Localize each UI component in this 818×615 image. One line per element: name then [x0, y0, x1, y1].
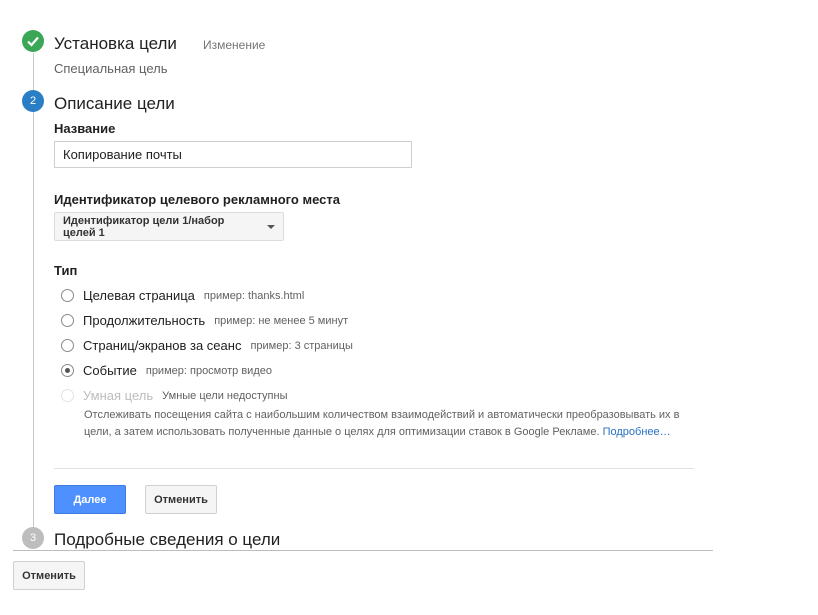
step2-title: Описание цели	[54, 94, 175, 113]
type-option-label: Событие	[83, 363, 137, 378]
radio-button[interactable]	[61, 339, 74, 352]
step1-edit-link[interactable]: Изменение	[203, 38, 265, 52]
type-option-label: Умная цель	[83, 388, 154, 403]
goal-name-input[interactable]	[54, 141, 412, 168]
step3-title: Подробные сведения о цели	[54, 530, 281, 549]
caret-down-icon	[267, 224, 275, 229]
smart-goal-description-text: Отслеживать посещения сайта с наибольшим…	[84, 409, 680, 438]
step2-number-badge: 2	[22, 90, 44, 112]
step-complete-check-icon	[22, 30, 44, 52]
type-option-example: пример: просмотр видео	[145, 364, 272, 377]
type-option-label: Страниц/экранов за сеанс	[83, 338, 242, 353]
type-option-duration[interactable]: Продолжительность пример: не менее 5 мин…	[61, 313, 348, 328]
goal-slot-value: Идентификатор цели 1/набор целей 1	[63, 214, 225, 239]
learn-more-link[interactable]: Подробнее…	[603, 426, 671, 438]
cancel-button[interactable]: Отменить	[145, 485, 217, 514]
smart-goal-description: Отслеживать посещения сайта с наибольшим…	[84, 407, 694, 441]
type-label: Тип	[54, 263, 78, 278]
name-label: Название	[54, 121, 116, 136]
slot-label: Идентификатор целевого рекламного места	[54, 192, 340, 207]
type-option-example: Умные цели недоступны	[162, 389, 288, 402]
type-option-event[interactable]: Событие пример: просмотр видео	[61, 363, 272, 378]
divider	[13, 550, 713, 551]
goal-slot-dropdown[interactable]: Идентификатор цели 1/набор целей 1	[54, 212, 284, 241]
type-option-example: пример: thanks.html	[203, 289, 305, 302]
type-option-smart-goal: Умная цель Умные цели недоступны	[61, 388, 288, 403]
radio-button[interactable]	[61, 314, 74, 327]
bottom-cancel-button[interactable]: Отменить	[13, 561, 85, 590]
type-option-pages-per-session[interactable]: Страниц/экранов за сеанс пример: 3 стран…	[61, 338, 353, 353]
radio-button-checked[interactable]	[61, 364, 74, 377]
step3-number-badge: 3	[22, 527, 44, 549]
step1-subtitle: Специальная цель	[54, 61, 168, 76]
type-option-label: Целевая страница	[83, 288, 195, 303]
step1-title: Установка цели	[54, 34, 177, 53]
radio-button-disabled	[61, 389, 74, 402]
type-option-example: пример: 3 страницы	[250, 339, 353, 352]
type-option-destination[interactable]: Целевая страница пример: thanks.html	[61, 288, 304, 303]
type-option-label: Продолжительность	[83, 313, 206, 328]
stepper-line	[33, 53, 34, 528]
next-button[interactable]: Далее	[54, 485, 126, 514]
radio-button[interactable]	[61, 289, 74, 302]
type-option-example: пример: не менее 5 минут	[214, 314, 349, 327]
divider	[54, 468, 694, 469]
